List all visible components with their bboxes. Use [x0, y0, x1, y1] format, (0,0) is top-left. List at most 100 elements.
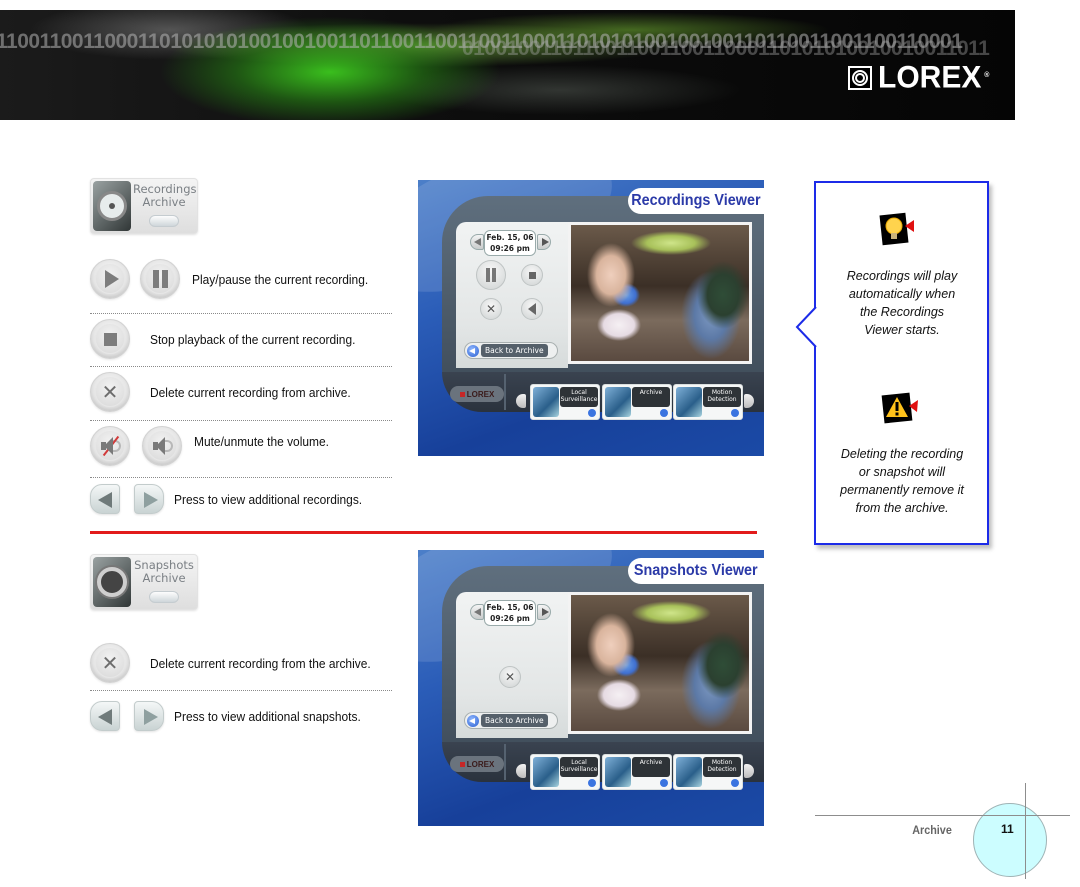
viewer-title-tab: Recordings Viewer [628, 188, 764, 214]
go-arrow-icon [731, 779, 739, 787]
go-arrow-icon [660, 779, 668, 787]
tip-text: Recordings will play automatically when … [846, 269, 958, 337]
previous-date-arrow-icon [470, 604, 484, 620]
dotted-divider [90, 477, 392, 478]
badge-button-pill [149, 591, 179, 603]
lorex-logo-mark-icon [848, 66, 872, 90]
recording-video-frame [568, 222, 752, 364]
back-to-archive-button: Back to Archive [464, 712, 558, 729]
instruction-text: Play/pause the current recording. [192, 271, 369, 287]
badge-label-line2: Archive [142, 571, 186, 585]
next-arrow-icon [134, 701, 164, 731]
warning-text: Deleting the recording or snapshot will … [840, 447, 964, 515]
viewer-title: Recordings Viewer [631, 192, 761, 209]
back-to-archive-label: Back to Archive [481, 344, 548, 357]
time-text: 09:26 pm [490, 614, 530, 623]
date-time-display: Feb. 15, 06 09:26 pm [484, 600, 536, 626]
snapshots-archive-badge: Snapshots Archive [90, 554, 198, 610]
dock-previous-arrow-icon [516, 394, 526, 408]
delete-icon: ✕ [101, 651, 119, 675]
dock-lorex-logo: LOREX [450, 386, 504, 402]
dock-tile-archive: Archive [602, 754, 672, 790]
dock-previous-arrow-icon [516, 764, 526, 778]
delete-button: ✕ [90, 643, 130, 683]
recordings-archive-badge: Recordings Archive [90, 178, 198, 234]
delete-button: ✕ [90, 372, 130, 412]
motion-figure-icon [676, 757, 702, 787]
volume-icon [528, 303, 536, 315]
footer-rule [815, 815, 1070, 816]
pause-icon [152, 270, 168, 288]
time-text: 09:26 pm [490, 244, 530, 253]
badge-label-line2: Archive [142, 195, 186, 209]
previous-arrow-icon [90, 484, 120, 514]
go-arrow-icon [588, 779, 596, 787]
instruction-row-delete: ✕ Delete current recording from archive. [90, 372, 392, 412]
back-to-archive-label: Back to Archive [481, 714, 548, 727]
header-banner: 1100110011000110101010100100100110110011… [0, 10, 1015, 120]
viewer-title-tab: Snapshots Viewer [628, 558, 764, 584]
stop-icon [528, 271, 536, 279]
mute-icon [99, 435, 121, 457]
motion-figure-icon [676, 387, 702, 417]
viewer-volume-button [521, 298, 543, 320]
footer-section-title: Archive [912, 823, 952, 837]
previous-arrow-icon [90, 701, 120, 731]
archive-reel-icon [605, 757, 631, 787]
instruction-text: Stop playback of the current recording. [150, 331, 356, 347]
badge-button-pill [149, 215, 179, 227]
registered-mark: ® [984, 71, 990, 80]
recordings-viewer-screenshot: Recordings Viewer Feb. 15, 06 09:26 pm ✕… [418, 180, 764, 456]
snapshots-viewer-screenshot: Snapshots Viewer Feb. 15, 06 09:26 pm ✕ … [418, 550, 764, 826]
instruction-row-delete-snapshot: ✕ Delete current recording from the arch… [90, 643, 392, 683]
lightbulb-icon [879, 212, 914, 246]
back-to-archive-button: Back to Archive [464, 342, 558, 359]
instruction-row-mute: Mute/unmute the volume. [90, 426, 392, 466]
viewer-delete-button: ✕ [499, 666, 521, 688]
dock-tile-motion-detection: Motion Detection [673, 754, 743, 790]
stop-icon [103, 332, 117, 346]
stop-button [90, 319, 130, 359]
section-divider [90, 531, 757, 534]
delete-icon: ✕ [101, 380, 119, 404]
instruction-row-navigate-snapshots: Press to view additional snapshots. [90, 701, 392, 731]
camera-icon [93, 557, 131, 607]
volume-button [142, 426, 182, 466]
instruction-text: Delete current recording from archive. [150, 384, 351, 400]
date-text: Feb. 15, 06 [486, 233, 534, 242]
delete-icon: ✕ [485, 302, 497, 316]
dock-lorex-logo: LOREX [450, 756, 504, 772]
play-icon [105, 270, 119, 288]
instruction-text: Press to view additional snapshots. [174, 708, 361, 724]
pause-icon [486, 268, 496, 282]
dock-tile-motion-detection: Motion Detection [673, 384, 743, 420]
page-number: 11 [1001, 822, 1014, 836]
dotted-divider [90, 313, 392, 314]
previous-date-arrow-icon [470, 234, 484, 250]
date-time-display: Feb. 15, 06 09:26 pm [484, 230, 536, 256]
back-arrow-icon [467, 714, 479, 727]
camera-dome-icon [533, 387, 559, 417]
delete-icon: ✕ [504, 670, 516, 684]
dock-tile-archive: Archive [602, 384, 672, 420]
instruction-row-stop: Stop playback of the current recording. [90, 319, 392, 359]
mute-button [90, 426, 130, 466]
go-arrow-icon [731, 409, 739, 417]
archive-reel-icon [605, 387, 631, 417]
viewer-title: Snapshots Viewer [634, 562, 758, 579]
callout-pointer [795, 306, 817, 348]
volume-icon [151, 436, 173, 456]
instruction-text: Press to view additional recordings. [174, 491, 363, 507]
back-arrow-icon [467, 344, 479, 357]
film-reel-icon [93, 181, 131, 231]
dotted-divider [90, 690, 392, 691]
dotted-divider [90, 366, 392, 367]
date-text: Feb. 15, 06 [486, 603, 534, 612]
instruction-row-play-pause: Play/pause the current recording. [90, 259, 392, 299]
dock-tile-local-surveillance: Local Surveillance [530, 754, 600, 790]
lorex-logo-text: LOREX [878, 60, 982, 95]
warning-icon [881, 392, 918, 424]
instruction-row-navigate: Press to view additional recordings. [90, 484, 392, 514]
go-arrow-icon [660, 409, 668, 417]
play-button [90, 259, 130, 299]
